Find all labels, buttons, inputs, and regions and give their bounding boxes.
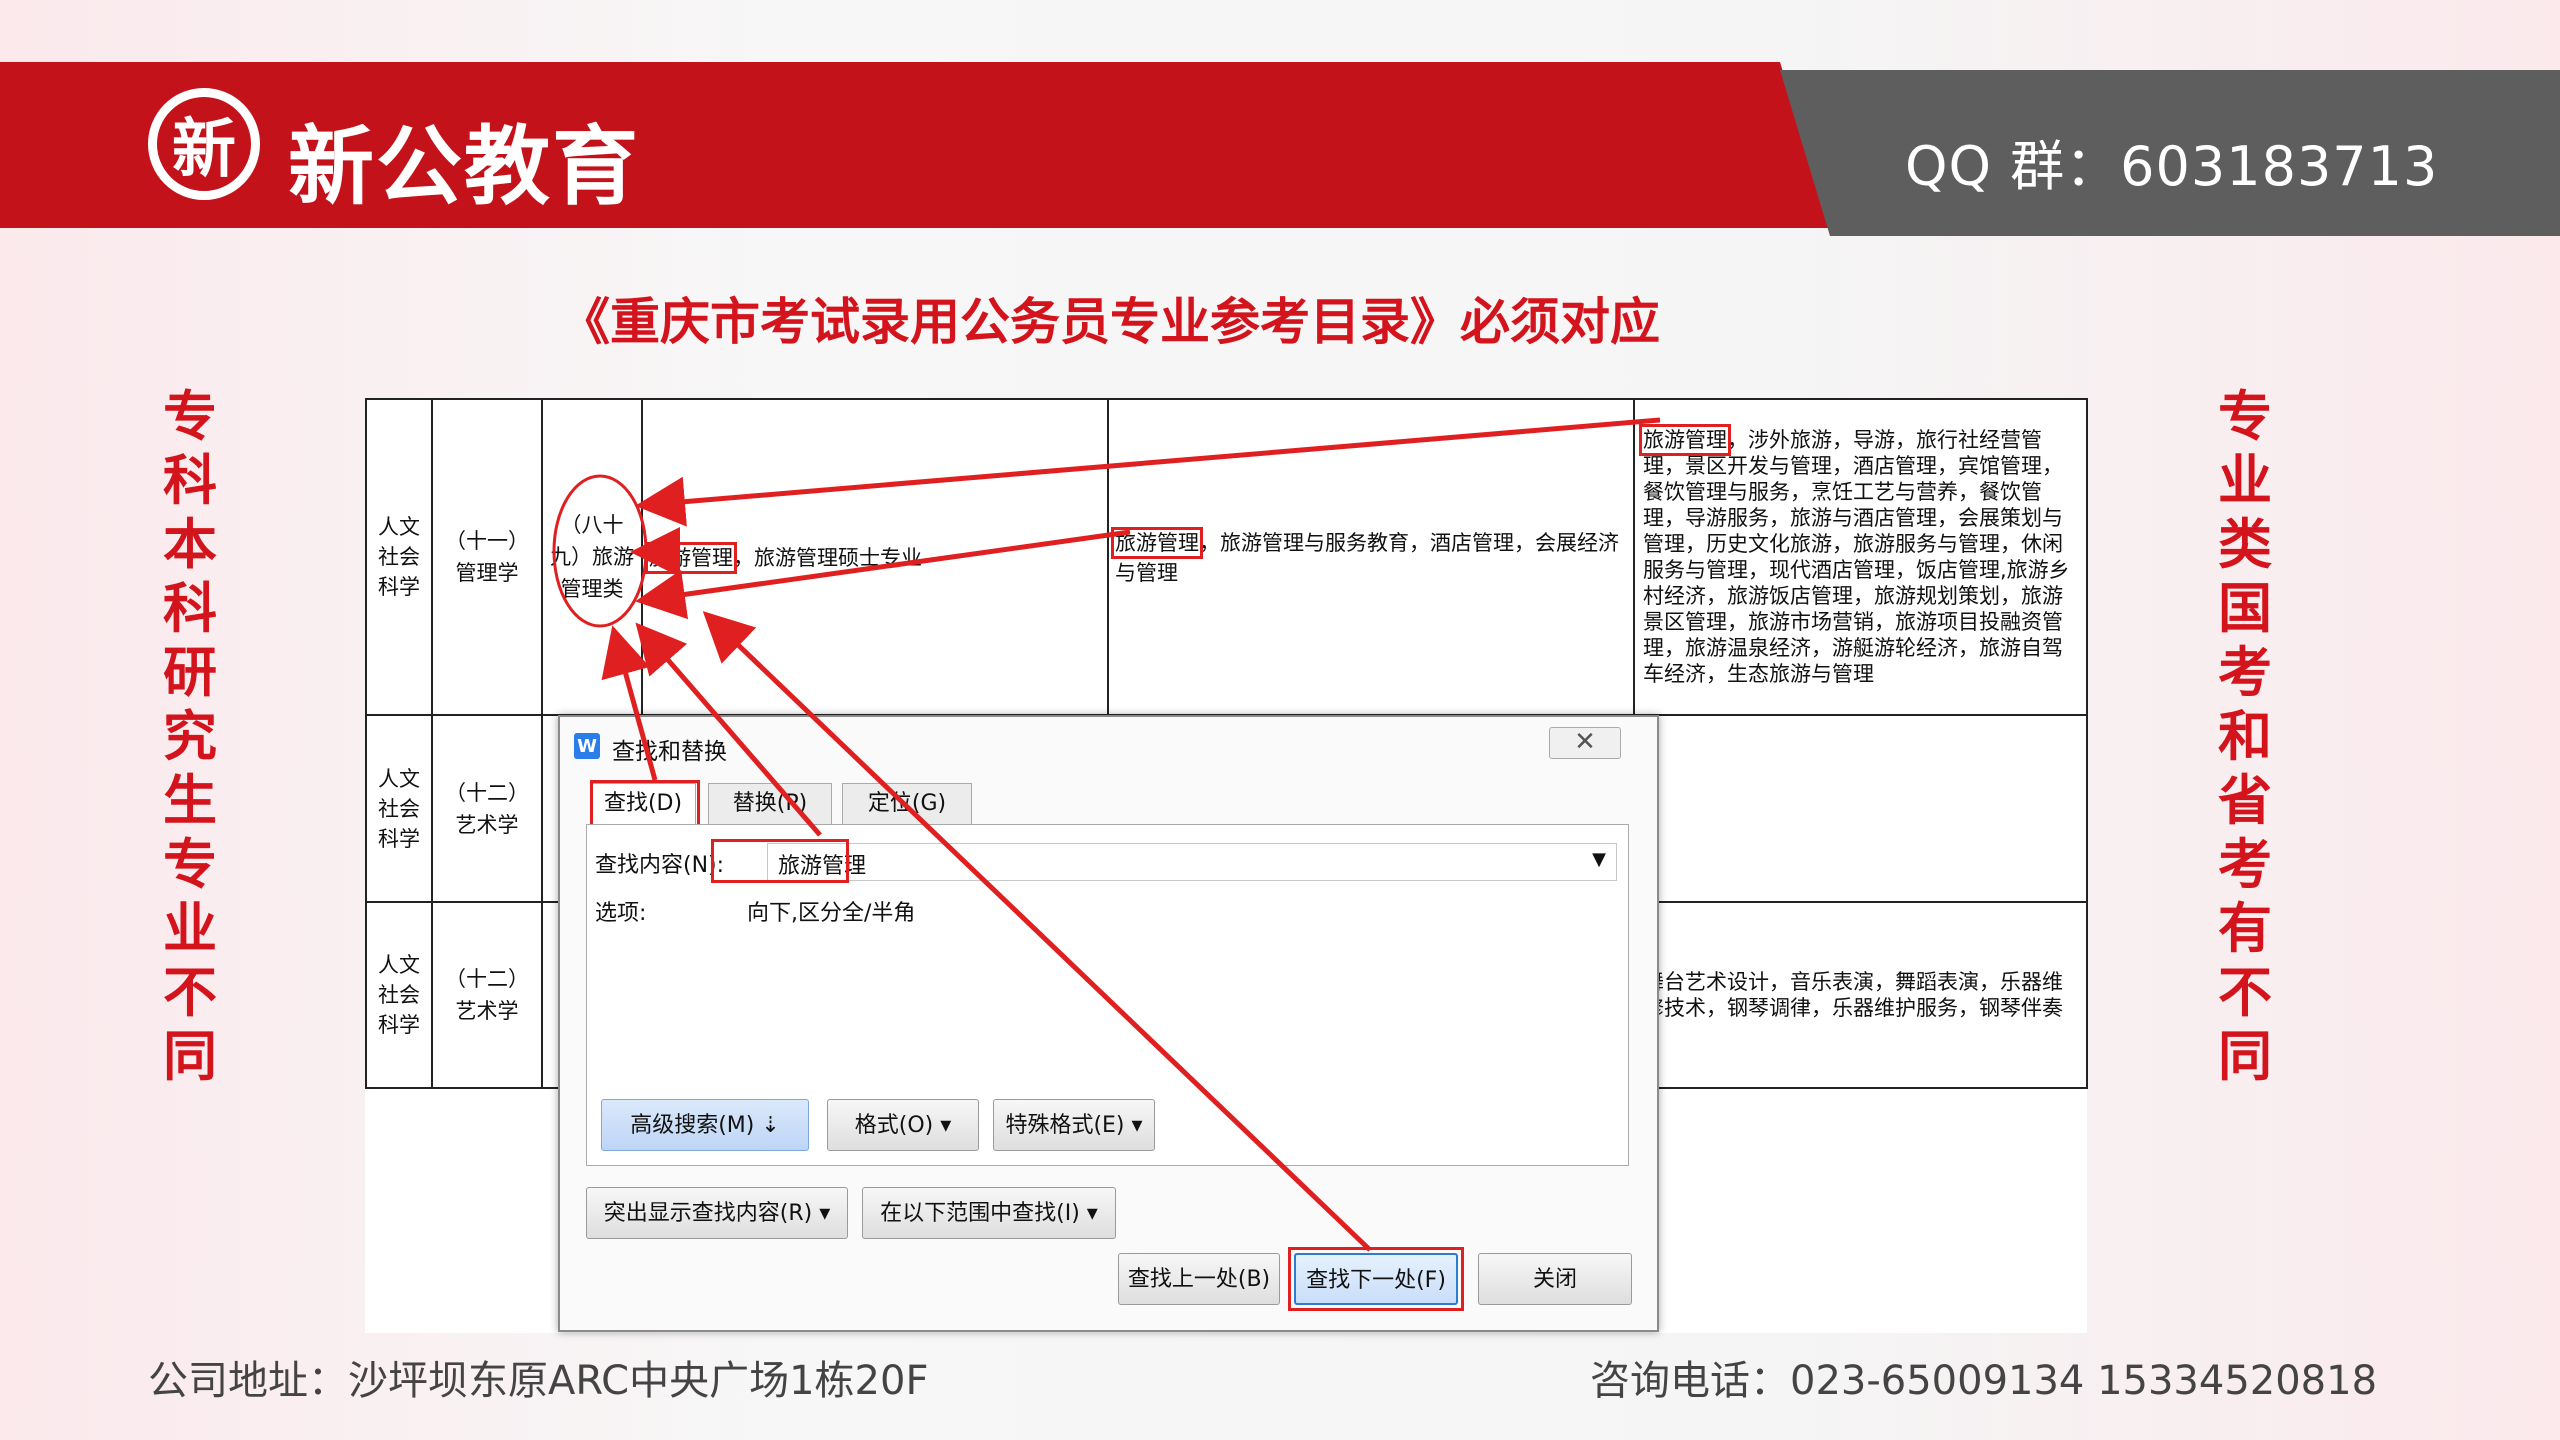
wps-app-icon: W (574, 733, 600, 759)
find-replace-dialog: W 查找和替换 ✕ 查找(D) 替换(P) 定位(G) 查找内容(N): 旅游管… (558, 715, 1659, 1332)
dialog-titlebar[interactable]: W 查找和替换 ✕ (560, 717, 1657, 771)
footer-phone: 咨询电话：023-65009134 15334520818 (1590, 1358, 2378, 1404)
highlight-found-button[interactable]: 突出显示查找内容(R) ▾ (586, 1187, 848, 1239)
logo-icon: 新 (148, 88, 260, 200)
graduate-match-highlight: 旅游管理 (645, 542, 737, 574)
tab-goto[interactable]: 定位(G) (842, 783, 972, 825)
right-vertical-note: 专业类国考和省考有不同 (2218, 385, 2272, 1088)
find-next-highlight (1288, 1247, 1464, 1311)
close-icon[interactable]: ✕ (1549, 727, 1621, 759)
discipline-cell: （十二）艺术学 (431, 901, 543, 1089)
format-button[interactable]: 格式(O) ▾ (827, 1099, 979, 1151)
brand-name: 新公教育 (288, 117, 640, 217)
college-major-cell: 旅游管理，涉外旅游，导游，旅行社经营管理，景区开发与管理，酒店管理，宾馆管理，餐… (1633, 398, 2088, 716)
qq-group: QQ 群：603183713 (1905, 135, 2439, 198)
slide-headline: 《重庆市考试录用公务员专业参考目录》必须对应 (560, 293, 1660, 351)
college-major-cell (1633, 714, 2088, 903)
college-match-highlight: 旅游管理 (1639, 424, 1731, 456)
category-cell: 人文社会科学 (365, 714, 433, 903)
find-label: 查找内容(N): (595, 853, 725, 878)
discipline-cell: （十一）管理学 (431, 398, 543, 716)
college-major-cell: 舞台艺术设计，音乐表演，舞蹈表演，乐器维修技术，钢琴调律，乐器维护服务，钢琴伴奏 (1633, 901, 2088, 1089)
options-label: 选项: (595, 901, 647, 926)
find-value-highlight (711, 839, 849, 883)
dialog-title: 查找和替换 (612, 739, 727, 765)
find-prev-button[interactable]: 查找上一处(B) (1118, 1253, 1280, 1305)
header-banner (0, 62, 1830, 228)
class-cell: （八十九）旅游管理类 (541, 398, 643, 716)
find-in-button[interactable]: 在以下范围中查找(I) ▾ (862, 1187, 1116, 1239)
discipline-cell: （十二）艺术学 (431, 714, 543, 903)
graduate-major-cell: 旅游管理，旅游管理硕士专业 (641, 398, 1109, 716)
close-button[interactable]: 关闭 (1478, 1253, 1632, 1305)
left-vertical-note: 专科本科研究生专业不同 (163, 385, 217, 1088)
tab-replace[interactable]: 替换(P) (708, 783, 832, 825)
undergrad-major-cell: 旅游管理，旅游管理与服务教育，酒店管理，会展经济与管理 (1107, 398, 1635, 716)
category-cell: 人文社会科学 (365, 398, 433, 716)
special-format-button[interactable]: 特殊格式(E) ▾ (993, 1099, 1155, 1151)
category-cell: 人文社会科学 (365, 901, 433, 1089)
find-input[interactable]: 旅游管理 ▼ (767, 843, 1617, 881)
find-panel: 查找内容(N): 旅游管理 ▼ 选项: 向下,区分全/半角 高级搜索(M) ⇣ … (586, 824, 1629, 1166)
advanced-search-button[interactable]: 高级搜索(M) ⇣ (601, 1099, 809, 1151)
find-tab-highlight (590, 780, 700, 830)
undergrad-match-highlight: 旅游管理 (1111, 527, 1203, 559)
chevron-down-icon[interactable]: ▼ (1592, 849, 1606, 870)
table-row: 人文社会科学 （十一）管理学 （八十九）旅游管理类 旅游管理，旅游管理硕士专业 … (365, 398, 2088, 716)
college-major-rest: ，涉外旅游，导游，旅行社经营管理，景区开发与管理，酒店管理，宾馆管理，餐饮管理与… (1643, 428, 2070, 686)
footer-address: 公司地址：沙坪坝东原ARC中央广场1栋20F (148, 1358, 929, 1404)
options-value: 向下,区分全/半角 (747, 901, 916, 926)
graduate-major-rest: ，旅游管理硕士专业 (733, 546, 922, 570)
